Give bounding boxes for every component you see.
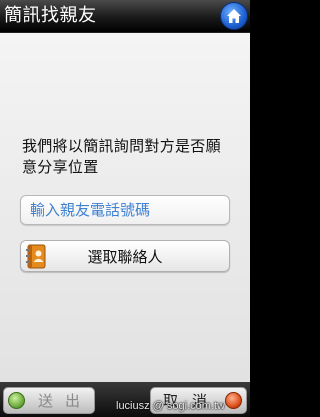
- info-message: 我們將以簡訊詢問對方是否願意分享位置: [22, 137, 221, 176]
- send-button[interactable]: 送出: [3, 387, 95, 414]
- select-contact-label: 選取聯絡人: [87, 248, 163, 266]
- phone-input-placeholder: 輸入親友電話號碼: [30, 201, 151, 219]
- send-label: 送出: [38, 392, 93, 410]
- main-content: 我們將以簡訊詢問對方是否願意分享位置 輸入親友電話號碼 選取聯絡人: [0, 33, 250, 382]
- page-title: 簡訊找親友: [4, 5, 97, 26]
- phone-number-input[interactable]: 輸入親友電話號碼: [20, 195, 230, 225]
- cancel-icon: [225, 392, 242, 409]
- select-contact-button[interactable]: 選取聯絡人: [20, 240, 230, 272]
- title-bar: 簡訊找親友: [0, 0, 250, 33]
- home-button[interactable]: [220, 2, 248, 30]
- watermark: luciusz @ sogi.com.tw: [116, 400, 225, 412]
- send-icon: [8, 392, 25, 409]
- home-icon: [227, 9, 241, 23]
- bottom-bar: 送出 取消 luciusz @ sogi.com.tw: [0, 382, 250, 417]
